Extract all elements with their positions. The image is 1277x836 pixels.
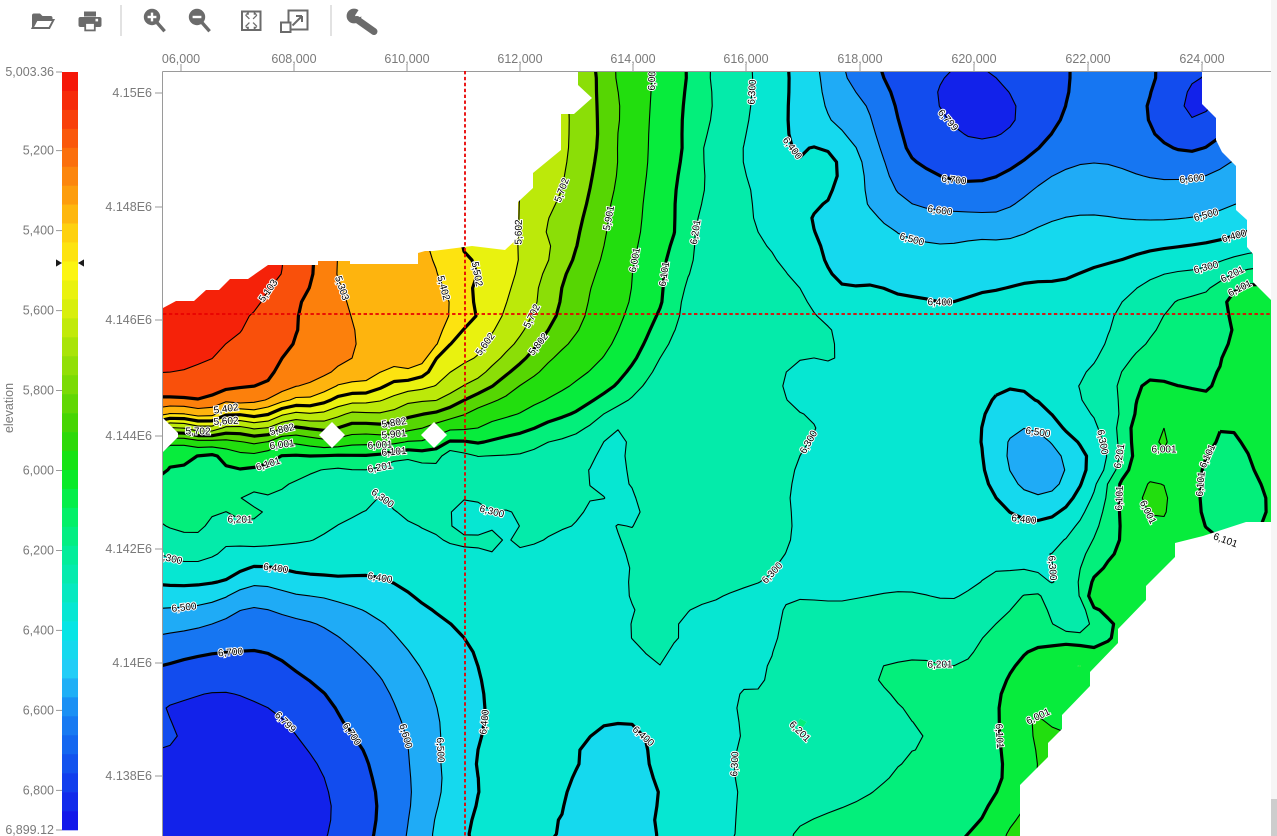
svg-text:6,300: 6,300	[1045, 555, 1058, 581]
svg-text:5,003.36: 5,003.36	[5, 65, 54, 79]
svg-text:6,300: 6,300	[729, 751, 741, 777]
svg-text:6,101: 6,101	[1195, 471, 1208, 497]
svg-text:6,600: 6,600	[23, 703, 54, 717]
svg-text:5,702: 5,702	[185, 426, 210, 437]
svg-text:6,300: 6,300	[747, 79, 759, 105]
svg-text:612,000: 612,000	[497, 52, 542, 66]
svg-text:6,000: 6,000	[23, 464, 54, 478]
svg-text:614,000: 614,000	[610, 52, 655, 66]
svg-text:6,101: 6,101	[381, 446, 407, 459]
svg-text:06,000: 06,000	[162, 52, 200, 66]
svg-text:4.146E6: 4.146E6	[105, 313, 152, 327]
svg-text:4.138E6: 4.138E6	[105, 769, 152, 783]
svg-text:6,200: 6,200	[23, 544, 54, 558]
svg-text:5,200: 5,200	[23, 144, 54, 158]
svg-text:6,400: 6,400	[927, 297, 953, 308]
svg-text:4.144E6: 4.144E6	[105, 429, 152, 443]
svg-text:5,400: 5,400	[23, 224, 54, 238]
svg-text:elevation: elevation	[2, 383, 16, 433]
svg-text:6,700: 6,700	[218, 646, 244, 659]
svg-text:4.14E6: 4.14E6	[112, 656, 152, 670]
svg-text:620,000: 620,000	[951, 52, 996, 66]
svg-text:624,000: 624,000	[1179, 52, 1224, 66]
svg-text:5,600: 5,600	[23, 304, 54, 318]
svg-text:6,001: 6,001	[1151, 444, 1176, 455]
svg-text:6,201: 6,201	[927, 659, 953, 670]
svg-text:4.148E6: 4.148E6	[105, 200, 152, 214]
svg-text:4.142E6: 4.142E6	[105, 542, 152, 556]
svg-text:6,800: 6,800	[23, 783, 54, 797]
svg-text:622,000: 622,000	[1065, 52, 1110, 66]
svg-text:5,800: 5,800	[23, 384, 54, 398]
svg-text:6,101: 6,101	[993, 723, 1005, 749]
svg-text:6,400: 6,400	[23, 623, 54, 637]
svg-text:618,000: 618,000	[837, 52, 882, 66]
svg-text:6,101: 6,101	[1114, 485, 1126, 511]
svg-text:610,000: 610,000	[384, 52, 429, 66]
svg-text:6,201: 6,201	[227, 514, 253, 525]
svg-text:6,500: 6,500	[434, 737, 446, 763]
svg-text:5,602: 5,602	[213, 416, 239, 429]
svg-text:616,000: 616,000	[723, 52, 768, 66]
svg-text:4.15E6: 4.15E6	[112, 86, 152, 100]
svg-text:608,000: 608,000	[271, 52, 316, 66]
svg-text:6,899.12: 6,899.12	[5, 823, 54, 836]
svg-text:5,602: 5,602	[513, 219, 524, 245]
